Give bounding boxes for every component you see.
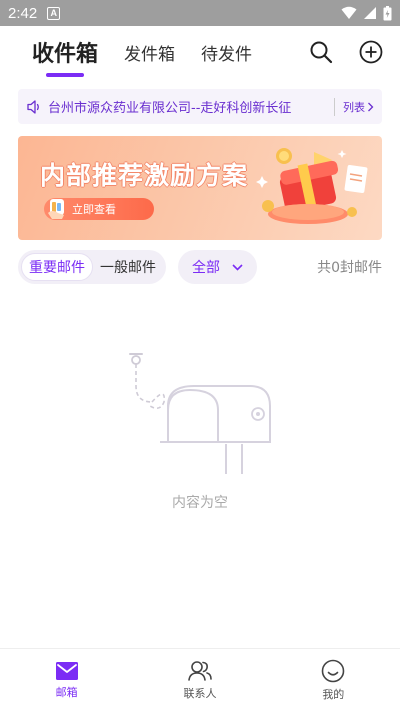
empty-mailbox-illustration bbox=[129, 353, 271, 474]
speaker-icon bbox=[27, 99, 39, 114]
banner-button-label: 立即查看 bbox=[72, 203, 116, 216]
mail-priority-segment: 重要邮件 一般邮件 bbox=[18, 250, 166, 284]
empty-state-text: 内容为空 bbox=[172, 495, 228, 511]
notice-divider bbox=[334, 97, 335, 116]
tab-pending[interactable]: 待发件 bbox=[201, 40, 252, 65]
filter-row: 重要邮件 一般邮件 全部 共0封邮件 bbox=[18, 250, 382, 284]
signal-icon bbox=[364, 7, 376, 19]
tab-inbox[interactable]: 收件箱 bbox=[32, 36, 98, 68]
profile-icon bbox=[322, 659, 345, 682]
add-circle-icon[interactable] bbox=[358, 39, 384, 65]
chevron-down-icon bbox=[232, 263, 243, 271]
wifi-icon bbox=[341, 6, 357, 19]
nav-mailbox-label: 邮箱 bbox=[55, 685, 78, 699]
nav-profile[interactable]: 我的 bbox=[267, 649, 400, 711]
segment-important[interactable]: 重要邮件 bbox=[21, 253, 93, 281]
notice-text: 台州市源众药业有限公司--走好科创新长征 bbox=[48, 101, 292, 116]
chevron-right-icon bbox=[368, 102, 374, 111]
promo-banner[interactable]: 内部推荐激励方案 立即查看 bbox=[18, 136, 382, 240]
banner-view-button[interactable]: 立即查看 bbox=[44, 198, 154, 220]
gift-box-illustration bbox=[256, 148, 368, 224]
mail-count: 共0封邮件 bbox=[317, 260, 382, 276]
filter-dropdown[interactable]: 全部 bbox=[178, 250, 257, 284]
notice-list-label: 列表 bbox=[343, 100, 365, 114]
bottom-nav: 邮箱 联系人 我的 bbox=[0, 648, 400, 711]
search-icon[interactable] bbox=[308, 39, 334, 65]
status-time: 2:42 bbox=[8, 4, 38, 22]
segment-normal[interactable]: 一般邮件 bbox=[93, 253, 163, 281]
nav-mailbox[interactable]: 邮箱 bbox=[0, 649, 133, 711]
status-icons bbox=[341, 5, 392, 21]
tab-outbox[interactable]: 发件箱 bbox=[124, 40, 175, 65]
gift-hand-icon bbox=[48, 199, 64, 219]
battery-icon bbox=[383, 5, 392, 20]
notice-list-link[interactable]: 列表 bbox=[343, 99, 374, 115]
contacts-icon bbox=[188, 660, 212, 681]
mail-icon bbox=[55, 661, 78, 680]
notification-icon: A bbox=[47, 6, 61, 20]
notice-bar[interactable]: 台州市源众药业有限公司--走好科创新长征 列表 bbox=[18, 89, 382, 124]
nav-contacts[interactable]: 联系人 bbox=[133, 649, 266, 711]
filter-dropdown-label: 全部 bbox=[192, 260, 220, 276]
mailbox-header: 收件箱 发件箱 待发件 bbox=[0, 26, 400, 78]
banner-title: 内部推荐激励方案 bbox=[40, 161, 249, 190]
nav-profile-label: 我的 bbox=[322, 687, 345, 701]
nav-contacts-label: 联系人 bbox=[183, 686, 217, 700]
status-bar: 2:42 A bbox=[0, 0, 400, 26]
